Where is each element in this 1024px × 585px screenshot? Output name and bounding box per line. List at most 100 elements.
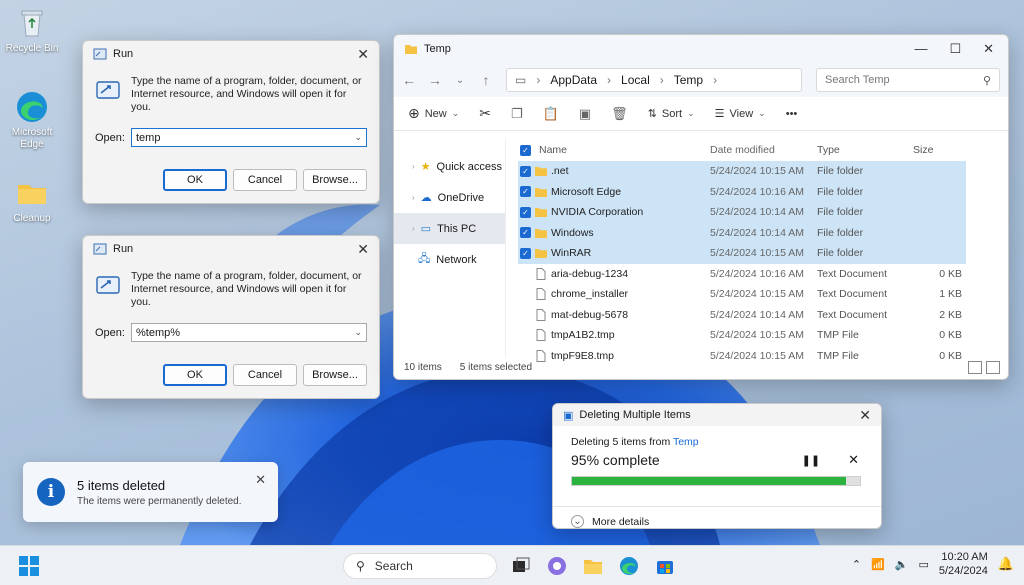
close-button[interactable]: ✕ [859, 407, 871, 424]
recycle-bin-icon [15, 6, 49, 40]
open-input[interactable]: %temp% ⌄ [131, 323, 367, 342]
new-button[interactable]: ⊕ New ⌄ [408, 105, 459, 122]
nav-item-network[interactable]: 🖧 Network [394, 244, 505, 275]
nav-item-this-pc[interactable]: › ▭ This PC [394, 213, 505, 244]
file-row[interactable]: tmpA1B2.tmp 5/24/2024 10:15 AM TMP File 0 K… [518, 325, 966, 346]
nav-item-onedrive[interactable]: › ☁ OneDrive [394, 182, 505, 213]
minimize-button[interactable]: — [914, 41, 927, 57]
desktop-icon-edge[interactable]: Microsoft Edge [4, 90, 60, 151]
row-checkbox[interactable]: ✓ [520, 165, 531, 177]
file-type: TMP File [817, 329, 859, 342]
file-row[interactable]: ✓ NVIDIA Corporation 5/24/2024 10:14 AM Fil… [518, 202, 966, 223]
view-label: View [729, 107, 754, 120]
cloud-icon: ☁ [420, 192, 432, 204]
file-type: File folder [817, 226, 864, 239]
task-view-icon[interactable] [510, 555, 532, 577]
file-row[interactable]: chrome_installer 5/24/2024 10:15 AM Text D… [518, 284, 966, 305]
forward-arrow-icon[interactable]: → [428, 72, 442, 88]
chevron-down-icon[interactable]: ⌄ [354, 327, 362, 338]
cancel-button[interactable]: Cancel [233, 364, 297, 386]
select-all-checkbox[interactable]: ✓ [520, 144, 531, 156]
view-button[interactable]: ☰ View ⌄ [715, 107, 766, 121]
cancel-x-icon[interactable]: ✕ [848, 452, 859, 468]
file-explorer-taskbar-icon[interactable] [582, 555, 604, 577]
file-type: File folder [817, 165, 864, 178]
cut-icon[interactable]: ✂ [479, 105, 491, 122]
file-row[interactable]: ✓ WinRAR 5/24/2024 10:15 AM File folder [518, 243, 966, 264]
delete-icon[interactable]: 🗑 [611, 106, 628, 122]
file-name: Windows [551, 226, 594, 239]
open-input[interactable]: temp ⌄ [131, 128, 367, 147]
file-row[interactable]: ✓ .net 5/24/2024 10:15 AM File folder [518, 161, 966, 182]
deleted-notification-toast[interactable]: i 5 items deleted The items were permane… [23, 462, 278, 522]
recent-chevron-icon[interactable]: ⌄ [454, 75, 466, 86]
navigation-pane: › ★ Quick access › ☁ OneDrive › ▭ This P… [394, 139, 506, 357]
row-checkbox[interactable]: ✓ [520, 186, 531, 198]
copy-icon[interactable]: ❐ [511, 106, 523, 122]
clock[interactable]: 10:20 AM 5/24/2024 [939, 550, 988, 578]
file-date: 5/24/2024 10:14 AM [710, 206, 804, 219]
ok-button[interactable]: OK [163, 169, 227, 191]
desktop-icon-recycle-bin[interactable]: Recycle Bin [4, 6, 60, 55]
file-row[interactable]: aria-debug-1234 5/24/2024 10:16 AM Text Do… [518, 264, 966, 285]
column-header-date[interactable]: Date modified [710, 144, 817, 156]
browse-button[interactable]: Browse... [303, 169, 367, 191]
breadcrumb-appdata[interactable]: AppData [550, 73, 597, 87]
row-checkbox[interactable]: ✓ [520, 206, 531, 218]
up-arrow-icon[interactable]: ↑ [480, 72, 492, 88]
chevron-up-icon[interactable]: ⌃ [852, 558, 861, 571]
file-type: File folder [817, 247, 864, 260]
battery-icon[interactable]: ▭ [918, 558, 928, 571]
nav-item-quick-access[interactable]: › ★ Quick access [394, 151, 505, 182]
address-bar[interactable]: ▭ › AppData › Local › Temp › [506, 68, 802, 92]
run-prompt: Type the name of a program, folder, docu… [131, 75, 362, 113]
more-details-button[interactable]: ⌄ More details [553, 506, 881, 528]
maximize-button[interactable]: ☐ [949, 41, 961, 57]
search-input[interactable]: Search Temp ⚲ [816, 68, 1000, 92]
close-button[interactable]: ✕ [255, 472, 266, 488]
file-size: 1 KB [939, 288, 962, 301]
chevron-down-icon: ⌄ [687, 108, 695, 118]
sort-button[interactable]: ⇅ Sort ⌄ [648, 107, 695, 121]
start-button[interactable] [18, 555, 40, 577]
chat-icon[interactable] [546, 555, 568, 577]
file-row[interactable]: ✓ Microsoft Edge 5/24/2024 10:16 AM File fo… [518, 181, 966, 202]
file-row[interactable]: mat-debug-5678 5/24/2024 10:14 AM Text Doc… [518, 305, 966, 326]
column-header-type[interactable]: Type [817, 144, 909, 156]
notification-bell-icon[interactable]: 🔔 [998, 556, 1014, 572]
close-button[interactable]: ✕ [357, 46, 369, 63]
wifi-icon[interactable]: 📶 [871, 558, 885, 571]
file-row[interactable]: ✓ Windows 5/24/2024 10:14 AM File folder [518, 222, 966, 243]
rename-icon[interactable]: ▣ [579, 106, 591, 122]
back-arrow-icon[interactable]: ← [402, 72, 416, 88]
progress-folder-link[interactable]: Temp [673, 436, 699, 448]
paste-icon[interactable]: 📋 [543, 106, 559, 122]
taskbar-search[interactable]: ⚲ Search [343, 553, 497, 579]
browse-button[interactable]: Browse... [303, 364, 367, 386]
store-icon[interactable] [654, 555, 676, 577]
edge-icon[interactable] [618, 555, 640, 577]
pause-icon[interactable]: ❚❚ [802, 454, 820, 467]
column-header-size[interactable]: Size [909, 144, 962, 156]
close-button[interactable]: ✕ [983, 41, 994, 57]
row-checkbox[interactable]: ✓ [520, 227, 531, 239]
more-options-icon[interactable]: ••• [786, 108, 798, 120]
cancel-button[interactable]: Cancel [233, 169, 297, 191]
nav-label: Network [436, 253, 477, 266]
breadcrumb-sep: › [659, 73, 664, 87]
ok-button[interactable]: OK [163, 364, 227, 386]
desktop-icon-cleanup[interactable]: Cleanup [4, 176, 60, 225]
breadcrumb-local[interactable]: Local [621, 73, 650, 87]
explorer-title: Temp [424, 43, 451, 55]
chevron-down-icon[interactable]: ⌄ [354, 132, 362, 143]
close-button[interactable]: ✕ [357, 241, 369, 258]
file-type: File folder [817, 206, 864, 219]
details-view-icon[interactable] [968, 360, 982, 374]
column-header-name[interactable]: ✓ Name [518, 144, 710, 156]
volume-icon[interactable]: 🔈 [895, 558, 909, 571]
tiles-view-icon[interactable] [986, 360, 1000, 374]
row-checkbox[interactable]: ✓ [520, 247, 531, 259]
breadcrumb-temp[interactable]: Temp [674, 73, 703, 87]
chevron-down-icon: ⌄ [758, 108, 766, 118]
taskbar: ⚲ Search ⌃ 📶 🔈 ▭ 10:20 AM 5/24/2024 🔔 [0, 545, 1024, 585]
